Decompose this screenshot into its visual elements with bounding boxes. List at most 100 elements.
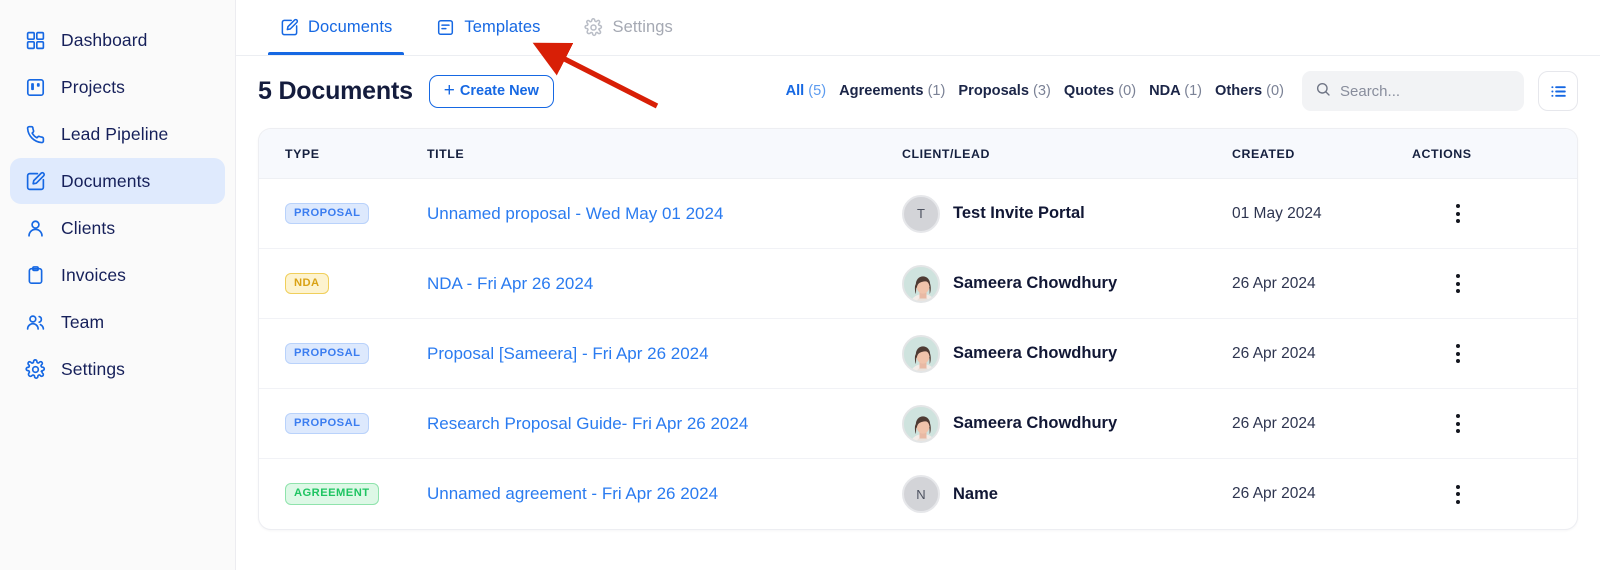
sidebar-item-clients[interactable]: Clients	[10, 205, 225, 251]
board-icon	[24, 76, 46, 98]
search-icon	[1315, 81, 1331, 102]
filter-count: (3)	[1033, 83, 1051, 99]
filter-nda[interactable]: NDA (1)	[1149, 83, 1202, 99]
cell-created: 26 Apr 2024	[1232, 485, 1412, 503]
list-view-icon[interactable]	[1538, 71, 1578, 111]
document-title-link[interactable]: Unnamed proposal - Wed May 01 2024	[427, 204, 723, 223]
filter-count: (0)	[1266, 83, 1284, 99]
created-date: 26 Apr 2024	[1232, 344, 1316, 362]
filter-count: (1)	[927, 83, 946, 99]
sidebar-item-team[interactable]: Team	[10, 299, 225, 345]
column-header-type: TYPE	[285, 146, 320, 161]
client-name: Sameera Chowdhury	[953, 274, 1118, 292]
avatar: T	[902, 194, 940, 233]
cell-title: Research Proposal Guide- Fri Apr 26 2024	[427, 414, 902, 434]
filter-quotes[interactable]: Quotes (0)	[1064, 83, 1136, 99]
tab-documents[interactable]: Documents	[258, 0, 414, 55]
row-actions-menu-icon[interactable]	[1444, 200, 1472, 228]
cell-created: 01 May 2024	[1232, 205, 1412, 223]
toolbar: 5 Documents + Create New All (5) Agreemen…	[236, 60, 1600, 122]
document-title-link[interactable]: Proposal [Sameera] - Fri Apr 26 2024	[427, 344, 709, 363]
table-header-row: TYPE TITLE CLIENT/LEAD CREATED ACTIONS	[259, 129, 1577, 179]
avatar-initial: N	[916, 486, 926, 502]
filter-list: All (5) Agreements (1) Proposals (3) Quotes…	[786, 83, 1284, 99]
client-name: Sameera Chowdhury	[953, 414, 1118, 432]
filter-count: (0)	[1118, 83, 1137, 99]
avatar: N	[902, 475, 940, 513]
filter-label: Agreements	[839, 83, 924, 99]
avatar	[902, 334, 940, 373]
tab-settings: Settings	[562, 0, 694, 55]
cell-client: Sameera Chowdhury	[902, 404, 1232, 443]
tab-bar: Documents Templates Settings	[236, 0, 1600, 56]
client-name: Sameera Chowdhury	[953, 344, 1118, 362]
sidebar-item-label: Clients	[61, 217, 116, 238]
sidebar-item-projects[interactable]: Projects	[10, 64, 225, 110]
cell-created: 26 Apr 2024	[1232, 345, 1412, 363]
sidebar-item-documents[interactable]: Documents	[10, 158, 225, 204]
column-header-actions: ACTIONS	[1412, 146, 1472, 161]
cell-client: Sameera Chowdhury	[902, 334, 1232, 373]
sidebar-item-dashboard[interactable]: Dashboard	[10, 17, 225, 63]
app-root: Dashboard Projects Lead Pipeline Documents C…	[0, 0, 1600, 570]
row-actions-menu-icon[interactable]	[1444, 270, 1472, 298]
filter-label: All	[785, 83, 805, 99]
status-badge: NDA	[285, 272, 329, 295]
create-new-button[interactable]: + Create New	[428, 74, 554, 108]
gear-icon	[24, 358, 46, 380]
cell-created: 26 Apr 2024	[1232, 415, 1412, 433]
avatar	[902, 404, 940, 443]
sidebar-item-settings[interactable]: Settings	[10, 346, 225, 392]
tab-label: Templates	[464, 18, 541, 36]
created-date: 01 May 2024	[1232, 204, 1322, 222]
table-row: PROPOSAL Proposal [Sameera] - Fri Apr 26 …	[259, 319, 1577, 389]
filter-others[interactable]: Others (0)	[1215, 83, 1284, 99]
cell-actions	[1412, 200, 1577, 228]
cell-type: PROPOSAL	[259, 412, 427, 435]
document-title-link[interactable]: Research Proposal Guide- Fri Apr 26 2024	[427, 414, 748, 433]
column-header-client-lead: CLIENT/LEAD	[902, 146, 990, 161]
cell-actions	[1412, 410, 1577, 438]
column-header-created: CREATED	[1232, 146, 1295, 161]
client-name: Name	[953, 484, 998, 503]
note-icon	[436, 18, 455, 37]
cell-title: Unnamed proposal - Wed May 01 2024	[427, 204, 902, 224]
filter-label: Quotes	[1063, 83, 1115, 99]
cell-actions	[1412, 480, 1577, 508]
sidebar-item-label: Lead Pipeline	[61, 123, 169, 144]
tab-label: Settings	[612, 18, 673, 36]
column-header-title: TITLE	[427, 146, 465, 161]
sidebar-item-label: Invoices	[61, 264, 126, 285]
filter-agreements[interactable]: Agreements (1)	[839, 83, 945, 99]
cell-created: 26 Apr 2024	[1232, 275, 1412, 293]
tab-templates[interactable]: Templates	[414, 0, 562, 55]
row-actions-menu-icon[interactable]	[1444, 480, 1472, 508]
edit-doc-icon	[280, 18, 299, 37]
filter-label: Proposals	[958, 83, 1029, 99]
document-title-link[interactable]: Unnamed agreement - Fri Apr 26 2024	[427, 484, 718, 503]
created-date: 26 Apr 2024	[1232, 414, 1316, 432]
filter-all[interactable]: All (5)	[786, 83, 827, 99]
sidebar: Dashboard Projects Lead Pipeline Documents C…	[0, 0, 236, 570]
phone-icon	[24, 123, 46, 145]
status-badge: PROPOSAL	[285, 202, 370, 225]
search-box[interactable]	[1302, 71, 1524, 111]
users-icon	[24, 311, 46, 333]
document-title-link[interactable]: NDA - Fri Apr 26 2024	[427, 274, 593, 293]
sidebar-item-invoices[interactable]: Invoices	[10, 252, 225, 298]
table-body: PROPOSAL Unnamed proposal - Wed May 01 20…	[259, 179, 1577, 529]
row-actions-menu-icon[interactable]	[1444, 410, 1472, 438]
table-row: NDA NDA - Fri Apr 26 2024 Sameera Chowdhur…	[259, 249, 1577, 319]
sidebar-item-label: Dashboard	[61, 29, 148, 50]
filter-proposals[interactable]: Proposals (3)	[958, 83, 1050, 99]
main-content: Documents Templates Settings 5 Documents +…	[236, 0, 1600, 570]
row-actions-menu-icon[interactable]	[1444, 340, 1472, 368]
search-input[interactable]	[1340, 82, 1511, 100]
cell-type: PROPOSAL	[259, 342, 427, 365]
cell-title: NDA - Fri Apr 26 2024	[427, 274, 902, 294]
sidebar-item-lead-pipeline[interactable]: Lead Pipeline	[10, 111, 225, 157]
cell-title: Unnamed agreement - Fri Apr 26 2024	[427, 484, 902, 504]
client-name: Test Invite Portal	[953, 204, 1085, 222]
filter-label: Others	[1215, 83, 1263, 99]
cell-client: Sameera Chowdhury	[902, 264, 1232, 303]
